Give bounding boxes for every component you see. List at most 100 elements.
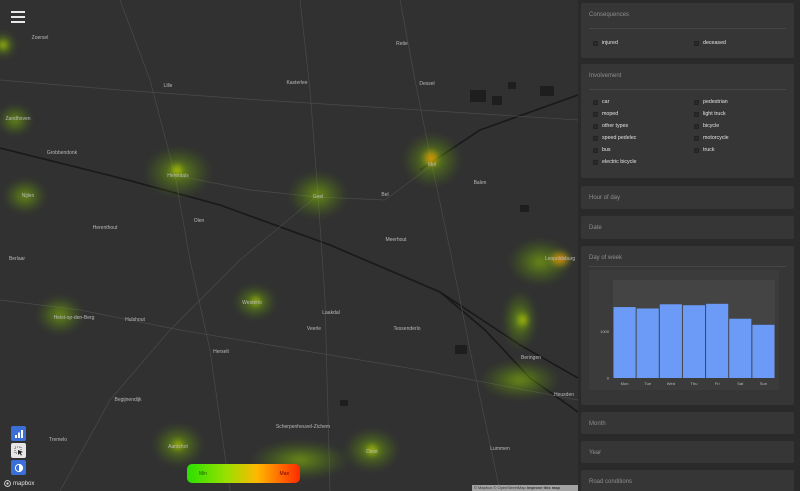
place-label: Heist-op-den-Berg [53, 315, 95, 321]
place-label: Kasterlee [286, 80, 308, 86]
year-section[interactable]: Year [581, 441, 794, 463]
place-label: Dessel [419, 81, 435, 87]
day-of-week-chart-svg: Mon Tue Wed Thu Fri Sat Sun 0 1000 [600, 280, 775, 386]
chart-x-tick-label: Mon [621, 381, 629, 386]
checkbox-injured[interactable]: injured [593, 40, 618, 46]
place-label: Berlaar [8, 256, 26, 262]
hour-of-day-section[interactable]: Hour of day [581, 186, 794, 209]
chart-toggle-button[interactable] [11, 426, 26, 441]
checkbox-box[interactable] [694, 40, 699, 46]
place-label: Tessenderlo [393, 326, 421, 332]
place-label: Scherpenheuvel-Zichem [275, 424, 331, 430]
checkbox-bus[interactable]: bus [593, 147, 611, 153]
chart-x-tick-label: Thu [691, 381, 698, 386]
month-section[interactable]: Month [581, 412, 794, 434]
checkbox-box[interactable] [593, 159, 598, 165]
place-label: Heusden [553, 392, 575, 398]
place-label: Begijnendijk [114, 397, 142, 403]
checkbox-box[interactable] [593, 123, 598, 129]
place-label: Bel [381, 192, 389, 198]
checkbox-truck[interactable]: truck [694, 147, 714, 153]
chart-x-tick-label: Fri [715, 381, 720, 386]
checkbox-box[interactable] [593, 111, 598, 117]
checkbox-moped[interactable]: moped [593, 111, 618, 117]
place-label: Mol [427, 162, 437, 168]
checkbox-motorcycle[interactable]: motorcycle [694, 135, 729, 141]
checkbox-label: car [602, 99, 610, 105]
place-label: Hulshout [125, 317, 145, 323]
checkbox-label: speed pedelec [602, 135, 637, 141]
place-label: Tremelo [48, 437, 68, 443]
heatmap-map[interactable]: Zoersel Zandhoven Lille Retie Kasterlee Desse… [0, 0, 578, 491]
chart-bar-sat[interactable] [729, 318, 752, 378]
menu-button[interactable] [11, 11, 25, 23]
chart-bar-wed[interactable] [659, 304, 682, 378]
checkbox-other-types[interactable]: other types [593, 123, 628, 129]
road-conditions-title: Road conditions [589, 479, 633, 485]
chart-bar-thu[interactable] [682, 305, 706, 378]
place-label: Aarschot [168, 444, 188, 450]
place-label: Zandhoven [5, 116, 31, 122]
involvement-title: Involvement [589, 73, 622, 79]
involvement-section: Involvement car moped other types speed … [581, 64, 794, 178]
contrast-icon [14, 463, 23, 472]
select-area-button[interactable] [11, 443, 26, 458]
menu-bar [11, 11, 25, 13]
date-section[interactable]: Date [581, 216, 794, 239]
chart-x-tick-label: Tue [644, 381, 652, 386]
checkbox-box[interactable] [694, 147, 699, 153]
chart-y-tick-label: 1000 [600, 329, 610, 334]
legend-max-label: Max [279, 471, 289, 477]
mapbox-logo-text: mapbox [13, 480, 35, 487]
checkbox-label: light truck [703, 111, 726, 117]
chart-bar-mon[interactable] [613, 307, 636, 378]
checkbox-box[interactable] [593, 99, 598, 105]
mapbox-logo[interactable]: mapbox [4, 480, 34, 487]
day-of-week-title: Day of week [589, 255, 623, 261]
place-label: Westerlo [242, 300, 262, 306]
day-of-week-chart: Mon Tue Wed Thu Fri Sat Sun 0 1000 [589, 270, 779, 390]
checkbox-box[interactable] [694, 99, 699, 105]
checkbox-car[interactable]: car [593, 99, 609, 105]
checkbox-label: deceased [703, 40, 726, 46]
road-conditions-section[interactable]: Road conditions [581, 470, 794, 491]
checkbox-box[interactable] [593, 147, 598, 153]
place-label: Grobbendonk [46, 150, 78, 156]
checkbox-label: electric bicycle [602, 159, 637, 165]
attribution-text[interactable]: © Mapbox © OpenStreetMap [474, 485, 526, 490]
filter-panel: Consequences injured deceased Involvemen… [578, 0, 800, 491]
place-label: Lummen [490, 446, 510, 452]
chart-bar-tue[interactable] [636, 308, 659, 378]
place-label: Herentals [167, 173, 189, 179]
checkbox-box[interactable] [593, 135, 598, 141]
theme-toggle-button[interactable] [11, 460, 26, 475]
checkbox-pedestrian[interactable]: pedestrian [694, 99, 728, 105]
place-label: Herselt [213, 349, 229, 355]
checkbox-bicycle[interactable]: bicycle [694, 123, 719, 129]
place-label: Nijlen [21, 193, 35, 199]
checkbox-electric-bicycle[interactable]: electric bicycle [593, 159, 636, 165]
place-label: Veerle [306, 326, 322, 332]
chart-bar-fri[interactable] [706, 303, 729, 378]
checkbox-box[interactable] [694, 123, 699, 129]
checkbox-deceased[interactable]: deceased [694, 40, 726, 46]
heat-legend: Min Max [187, 464, 300, 483]
checkbox-box[interactable] [694, 135, 699, 141]
chart-bar-sun[interactable] [752, 324, 775, 378]
menu-bar [11, 21, 25, 23]
place-label: Lille [163, 83, 173, 89]
checkbox-box[interactable] [593, 40, 598, 46]
map-attribution: © Mapbox © OpenStreetMap Improve this ma… [472, 485, 578, 491]
checkbox-box[interactable] [694, 111, 699, 117]
section-divider [589, 89, 786, 90]
place-label: Leopoldsburg [544, 256, 576, 262]
checkbox-speed-pedelec[interactable]: speed pedelec [593, 135, 636, 141]
place-label: Retie [396, 41, 408, 47]
cursor-select-icon [14, 446, 23, 455]
chart-y-tick-label: 0 [607, 376, 610, 381]
bar-chart-icon [14, 429, 23, 438]
improve-map-link[interactable]: Improve this map [527, 485, 560, 490]
year-title: Year [589, 450, 602, 456]
consequences-section: Consequences injured deceased [581, 3, 794, 58]
checkbox-light-truck[interactable]: light truck [694, 111, 726, 117]
